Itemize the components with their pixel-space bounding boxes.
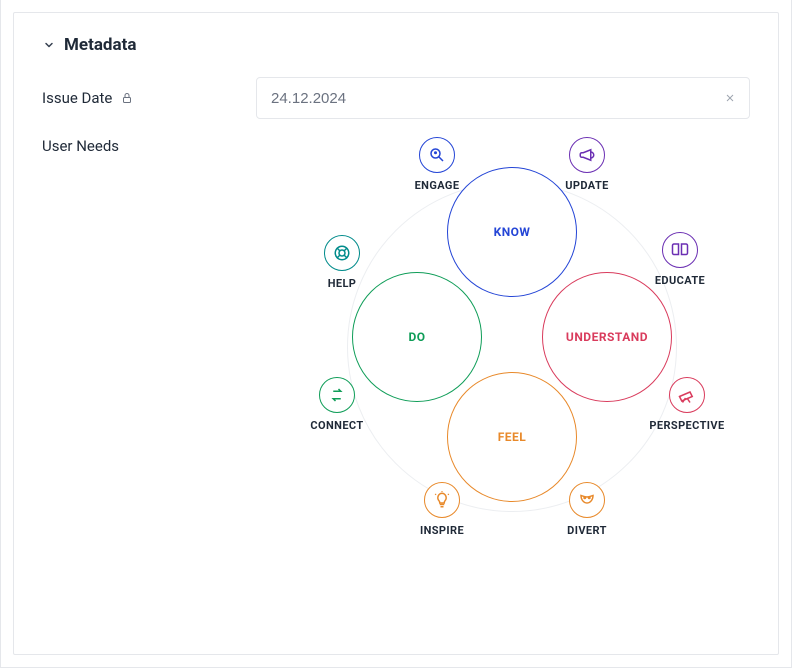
node-inspire[interactable]: INSPIRE — [397, 482, 487, 537]
issue-date-input[interactable] — [256, 77, 750, 119]
node-perspective[interactable]: PERSPECTIVE — [642, 377, 732, 432]
metadata-card: Metadata Issue Date User Needs — [13, 12, 779, 655]
arrows-icon — [319, 377, 355, 413]
node-engage[interactable]: ENGAGE — [392, 137, 482, 192]
node-inspire-label: INSPIRE — [420, 524, 464, 537]
core-feel-label: FEEL — [498, 430, 527, 444]
node-update-label: UPDATE — [565, 179, 609, 192]
node-help[interactable]: HELP — [297, 235, 387, 290]
lightbulb-icon — [424, 482, 460, 518]
search-person-icon — [419, 137, 455, 173]
node-educate[interactable]: EDUCATE — [635, 232, 725, 287]
core-understand-label: UNDERSTAND — [566, 330, 648, 344]
node-update[interactable]: UPDATE — [542, 137, 632, 192]
core-know-label: KNOW — [494, 225, 531, 239]
node-divert-label: DIVERT — [567, 524, 607, 537]
section-title: Metadata — [64, 35, 136, 55]
issue-date-label: Issue Date — [42, 89, 242, 107]
masks-icon — [569, 482, 605, 518]
issue-date-row: Issue Date — [42, 77, 750, 119]
user-needs-diagram: KNOW DO UNDERSTAND FEEL ENGAGE — [282, 127, 742, 567]
node-connect-label: CONNECT — [310, 419, 363, 432]
issue-date-label-text: Issue Date — [42, 89, 112, 107]
section-header[interactable]: Metadata — [42, 35, 750, 55]
book-icon — [662, 232, 698, 268]
lifebuoy-icon — [324, 235, 360, 271]
node-help-label: HELP — [328, 277, 357, 290]
node-perspective-label: PERSPECTIVE — [649, 419, 724, 432]
telescope-icon — [669, 377, 705, 413]
node-educate-label: EDUCATE — [655, 274, 705, 287]
issue-date-input-wrap — [256, 77, 750, 119]
lock-icon — [120, 91, 134, 105]
clear-button[interactable] — [718, 86, 742, 110]
node-connect[interactable]: CONNECT — [292, 377, 382, 432]
megaphone-icon — [569, 137, 605, 173]
chevron-down-icon — [42, 38, 56, 52]
node-divert[interactable]: DIVERT — [542, 482, 632, 537]
close-icon — [724, 91, 736, 105]
user-needs-row: User Needs KNOW DO UNDERSTAND FEEL — [42, 131, 750, 567]
node-engage-label: ENGAGE — [415, 179, 460, 192]
core-do-label: DO — [408, 330, 425, 344]
user-needs-label: User Needs — [42, 131, 242, 155]
